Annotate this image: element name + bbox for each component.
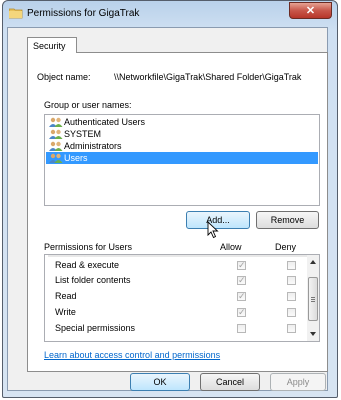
list-item[interactable]: Administrators	[46, 140, 318, 152]
permissions-list[interactable]: Read & execute ✓ List folder contents ✓ …	[44, 254, 320, 342]
cancel-button[interactable]: Cancel	[200, 373, 260, 391]
allow-checkbox[interactable]: ✓	[237, 291, 246, 301]
permission-row: Read ✓	[53, 290, 303, 304]
remove-button[interactable]: Remove	[256, 211, 319, 229]
thumb-grip	[311, 299, 315, 300]
access-control-help-link[interactable]: Learn about access control and permissio…	[44, 350, 220, 360]
folder-icon	[9, 8, 23, 19]
close-button[interactable]: ✕	[289, 2, 332, 19]
allow-checkbox[interactable]: ✓	[237, 307, 246, 317]
group-user-listbox[interactable]: Authenticated Users SYSTEM Administrator…	[44, 114, 320, 206]
object-name-value: \\Networkfile\GigaTrak\Shared Folder\Gig…	[114, 72, 302, 82]
list-item[interactable]: SYSTEM	[46, 128, 318, 140]
ok-button[interactable]: OK	[130, 373, 190, 391]
checkmark-icon: ✓	[238, 275, 246, 285]
list-item-label: Users	[64, 153, 88, 163]
permission-row: Write ✓	[53, 306, 303, 320]
list-item-label: Administrators	[64, 141, 122, 151]
users-group-icon	[49, 129, 63, 139]
permission-name: Read & execute	[55, 260, 120, 270]
deny-checkbox[interactable]	[287, 308, 296, 317]
checkmark-icon: ✓	[238, 260, 246, 270]
allow-checkbox[interactable]	[237, 324, 246, 333]
scroll-up-arrow-icon[interactable]	[310, 260, 316, 264]
permission-row: List folder contents ✓	[53, 274, 303, 288]
thumb-grip	[311, 301, 315, 302]
allow-checkbox[interactable]: ✓	[237, 260, 246, 270]
permission-name: Write	[55, 307, 76, 317]
deny-checkbox[interactable]	[287, 276, 296, 285]
mouse-cursor-icon	[207, 221, 219, 239]
deny-checkbox[interactable]	[287, 261, 296, 270]
window-title: Permissions for GigaTrak	[27, 8, 140, 19]
deny-checkbox[interactable]	[287, 292, 296, 301]
permission-name: Read	[55, 291, 77, 301]
users-group-icon	[49, 117, 63, 127]
thumb-grip	[311, 297, 315, 298]
permissions-scrollbar[interactable]	[307, 254, 320, 342]
list-item-label: Authenticated Users	[64, 117, 146, 127]
checkmark-icon: ✓	[238, 307, 246, 317]
allow-column-header: Allow	[220, 242, 242, 252]
row-divider	[48, 255, 308, 257]
permission-name: Special permissions	[55, 323, 136, 333]
scroll-thumb[interactable]	[308, 277, 318, 321]
permissions-for-label: Permissions for Users	[44, 242, 133, 252]
checkmark-icon: ✓	[238, 291, 246, 301]
title-bar[interactable]: Permissions for GigaTrak ✕	[3, 1, 337, 27]
allow-checkbox[interactable]: ✓	[237, 275, 246, 285]
object-name-label: Object name:	[37, 72, 91, 82]
users-group-icon	[49, 153, 63, 163]
group-names-label: Group or user names:	[44, 100, 132, 110]
tab-security[interactable]: Security	[27, 37, 77, 53]
close-icon: ✕	[305, 5, 316, 17]
list-item-label: SYSTEM	[64, 129, 102, 139]
apply-button[interactable]: Apply	[270, 373, 326, 391]
users-group-icon	[49, 141, 63, 151]
permission-name: List folder contents	[55, 275, 131, 285]
permission-row: Read & execute ✓	[53, 259, 303, 273]
permission-row: Special permissions	[53, 322, 303, 336]
scroll-down-arrow-icon[interactable]	[310, 332, 316, 336]
deny-checkbox[interactable]	[287, 324, 296, 333]
list-item-selected[interactable]: Users	[46, 152, 318, 164]
deny-column-header: Deny	[275, 242, 297, 252]
list-item[interactable]: Authenticated Users	[46, 116, 318, 128]
